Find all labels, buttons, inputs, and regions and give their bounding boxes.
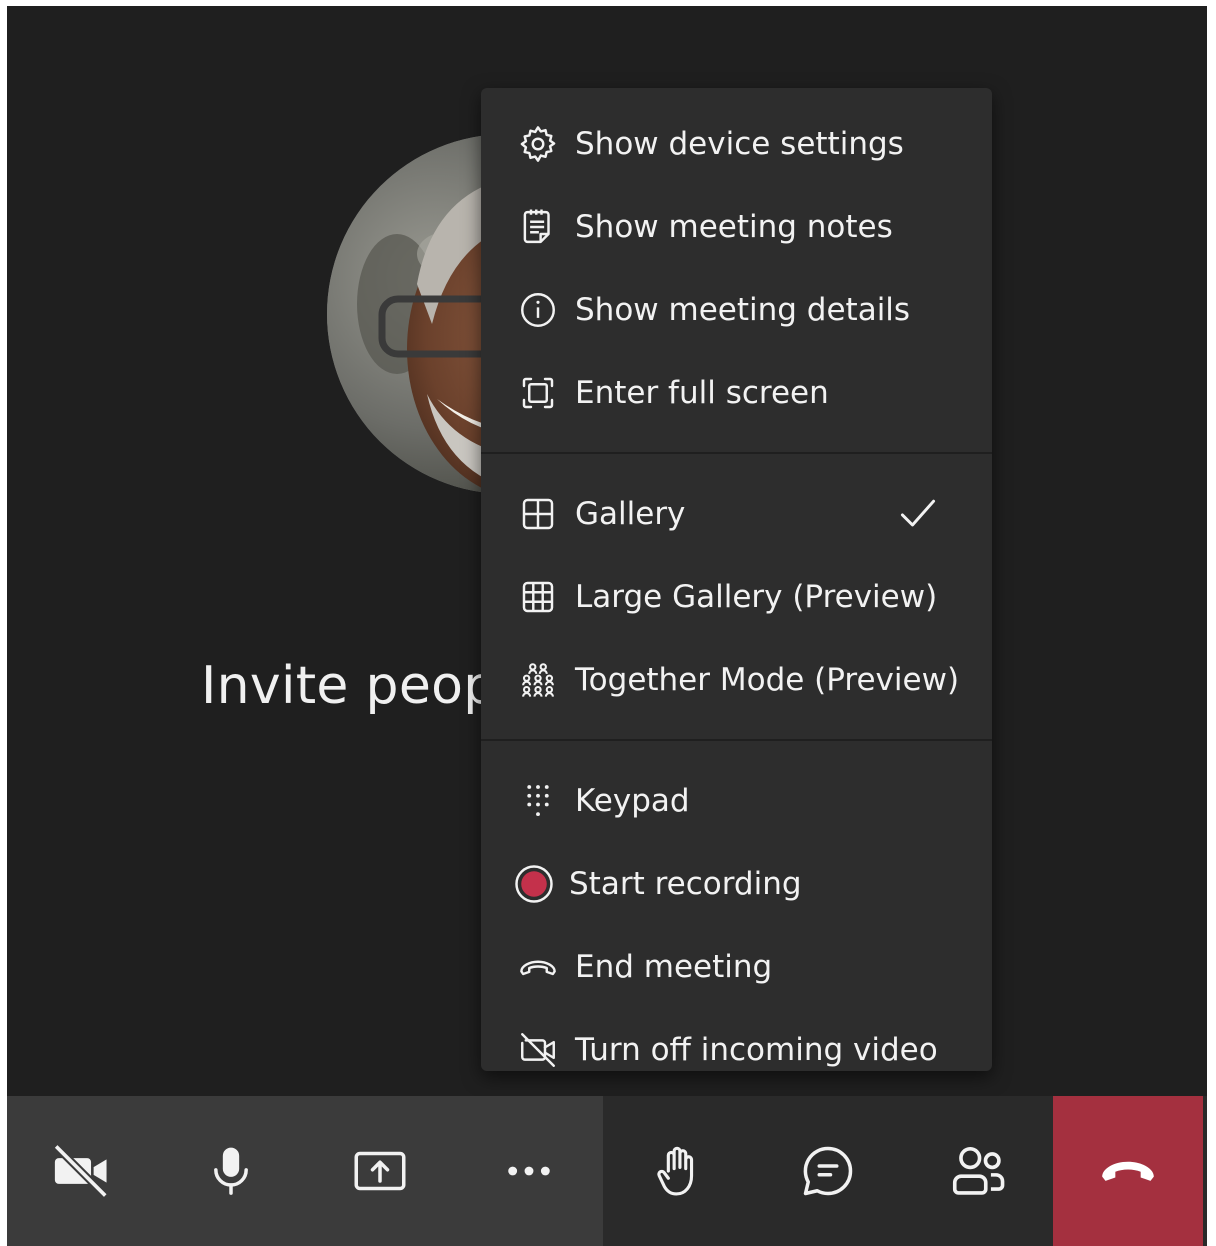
menu-item-gallery[interactable]: Gallery	[481, 472, 992, 555]
menu-item-start-recording[interactable]: Start recording	[481, 842, 992, 925]
meeting-stage: Invite peop Show device settings Show me…	[7, 6, 1207, 1246]
checkmark-icon	[900, 499, 936, 527]
invite-people-text: Invite peop	[201, 656, 497, 716]
menu-item-label: Enter full screen	[575, 374, 829, 411]
menu-item-label: Show device settings	[575, 125, 904, 162]
video-off-icon	[517, 1029, 559, 1071]
fullscreen-icon	[517, 372, 559, 414]
menu-item-end-meeting[interactable]: End meeting	[481, 925, 992, 1008]
menu-item-incoming-video[interactable]: Turn off incoming video	[481, 1008, 992, 1091]
more-options-button[interactable]	[454, 1096, 603, 1246]
hangup-icon	[1102, 1161, 1154, 1181]
notes-icon	[517, 206, 559, 248]
keypad-icon	[517, 780, 559, 822]
menu-item-label: Large Gallery (Preview)	[575, 578, 938, 615]
menu-item-keypad[interactable]: Keypad	[481, 759, 992, 842]
menu-item-full-screen[interactable]: Enter full screen	[481, 351, 992, 434]
menu-item-device-settings[interactable]: Show device settings	[481, 102, 992, 185]
call-controls-toolbar	[7, 1096, 1207, 1246]
chat-icon	[803, 1146, 853, 1196]
microphone-icon	[213, 1147, 248, 1195]
gear-icon	[517, 123, 559, 165]
menu-item-label: Show meeting notes	[575, 208, 893, 245]
menu-item-label: Turn off incoming video	[575, 1031, 938, 1068]
people-icon	[952, 1146, 1005, 1195]
hangup-icon	[517, 946, 559, 988]
menu-divider	[481, 739, 992, 741]
raise-hand-button[interactable]	[603, 1096, 753, 1246]
menu-item-label: Show meeting details	[575, 291, 911, 328]
microphone-button[interactable]	[156, 1096, 305, 1246]
menu-divider	[481, 452, 992, 454]
large-gallery-icon	[517, 576, 559, 618]
toolbar-media-group	[7, 1096, 603, 1246]
menu-item-together-mode[interactable]: Together Mode (Preview)	[481, 638, 992, 721]
camera-off-icon	[52, 1143, 108, 1199]
menu-item-large-gallery[interactable]: Large Gallery (Preview)	[481, 555, 992, 638]
share-screen-button[interactable]	[305, 1096, 454, 1246]
menu-item-label: Start recording	[569, 865, 802, 902]
hand-icon	[657, 1146, 694, 1196]
toolbar-actions-group	[603, 1096, 1207, 1246]
share-screen-icon	[354, 1151, 405, 1191]
menu-item-meeting-details[interactable]: Show meeting details	[481, 268, 992, 351]
menu-item-label: Together Mode (Preview)	[575, 661, 960, 698]
more-options-menu: Show device settings Show meeting notes	[481, 88, 992, 1071]
record-icon	[513, 863, 555, 905]
together-mode-icon	[517, 659, 559, 701]
menu-item-label: End meeting	[575, 948, 773, 985]
camera-toggle-button[interactable]	[7, 1096, 156, 1246]
gallery-icon	[517, 493, 559, 535]
info-icon	[517, 289, 559, 331]
menu-item-label: Gallery	[575, 495, 686, 532]
more-icon	[507, 1166, 550, 1176]
participants-button[interactable]	[903, 1096, 1053, 1246]
hang-up-button[interactable]	[1053, 1096, 1203, 1246]
menu-item-meeting-notes[interactable]: Show meeting notes	[481, 185, 992, 268]
chat-button[interactable]	[753, 1096, 903, 1246]
menu-item-label: Keypad	[575, 782, 690, 819]
